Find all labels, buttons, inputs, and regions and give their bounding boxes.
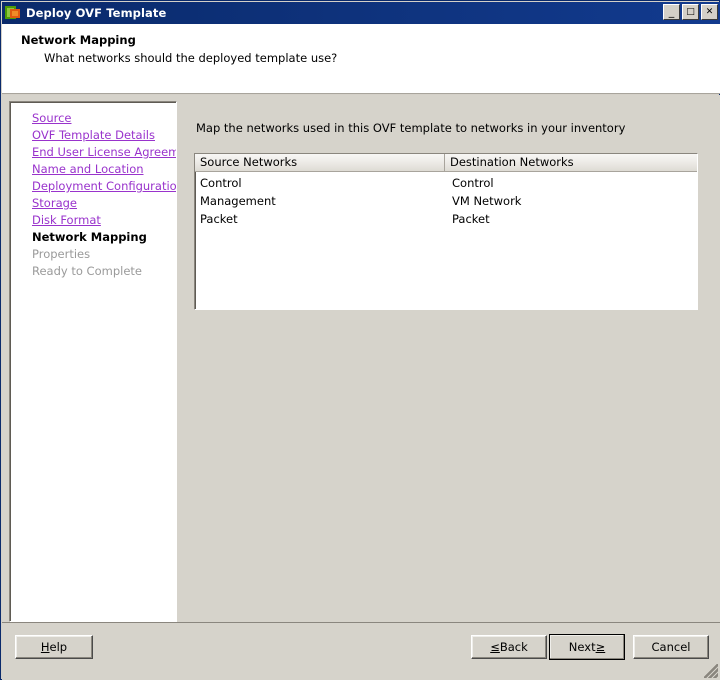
minimize-button[interactable]: _ — [663, 4, 680, 20]
page-title: Network Mapping — [21, 33, 136, 47]
cell-destination-network[interactable]: Packet — [447, 210, 697, 228]
cell-destination-network[interactable]: VM Network — [447, 192, 697, 210]
close-button[interactable]: ✕ — [701, 4, 718, 20]
dialog-body: Source OVF Template Details End User Lic… — [2, 95, 720, 622]
sidebar-item-disk-format[interactable]: Disk Format — [10, 212, 176, 229]
icon-square-orange — [10, 9, 20, 18]
wizard-step-list: Source OVF Template Details End User Lic… — [9, 101, 177, 622]
sidebar-item-deployment-configuration[interactable]: Deployment Configuration — [10, 178, 176, 195]
content-description: Map the networks used in this OVF templa… — [196, 121, 625, 135]
next-button[interactable]: Next ≥ — [549, 634, 625, 660]
back-button[interactable]: ≤ Back — [471, 635, 547, 659]
table-header-row: Source Networks Destination Networks — [195, 154, 697, 172]
next-label: Next — [569, 640, 596, 654]
sidebar-item-network-mapping: Network Mapping — [10, 229, 176, 246]
sidebar-item-ovf-template-details[interactable]: OVF Template Details — [10, 127, 176, 144]
table-row[interactable]: Management VM Network — [195, 192, 697, 210]
sidebar-item-ready-to-complete: Ready to Complete — [10, 263, 176, 280]
sidebar-item-storage[interactable]: Storage — [10, 195, 176, 212]
help-accel: H — [41, 640, 50, 654]
resize-grip-icon[interactable] — [704, 664, 718, 678]
table-body: Control Control Management VM Network Pa… — [195, 172, 697, 228]
table-row[interactable]: Control Control — [195, 174, 697, 192]
column-header-source-networks[interactable]: Source Networks — [195, 154, 445, 171]
table-row[interactable]: Packet Packet — [195, 210, 697, 228]
cancel-button[interactable]: Cancel — [633, 635, 709, 659]
window-controls: _ □ ✕ — [663, 4, 718, 20]
sidebar-item-end-user-license-agreement[interactable]: End User License Agreement — [10, 144, 176, 161]
column-header-destination-networks[interactable]: Destination Networks — [445, 154, 697, 171]
page-subtitle: What networks should the deployed templa… — [44, 51, 337, 65]
close-icon: ✕ — [702, 5, 717, 19]
cancel-label: Cancel — [652, 640, 691, 654]
sidebar-item-source[interactable]: Source — [10, 110, 176, 127]
minimize-icon: _ — [664, 5, 679, 19]
dialog-footer: Help ≤ Back Next ≥ Cancel — [2, 622, 720, 680]
maximize-button[interactable]: □ — [682, 4, 699, 20]
back-accel: ≤ — [490, 640, 500, 654]
maximize-icon: □ — [683, 5, 698, 19]
cell-source-network: Management — [195, 192, 447, 210]
title-bar[interactable]: Deploy OVF Template _ □ ✕ — [2, 2, 720, 24]
ovf-template-icon — [5, 5, 21, 21]
sidebar-item-name-and-location[interactable]: Name and Location — [10, 161, 176, 178]
help-label: elp — [50, 640, 68, 654]
back-label: Back — [500, 640, 528, 654]
window-title: Deploy OVF Template — [26, 6, 166, 20]
network-mapping-table[interactable]: Source Networks Destination Networks Con… — [194, 153, 698, 310]
deploy-ovf-template-window: Deploy OVF Template _ □ ✕ Network Mappin… — [0, 0, 720, 680]
help-button[interactable]: Help — [15, 635, 93, 659]
cell-source-network: Control — [195, 174, 447, 192]
next-accel: ≥ — [596, 640, 606, 654]
page-banner: Network Mapping What networks should the… — [2, 24, 720, 94]
cell-destination-network[interactable]: Control — [447, 174, 697, 192]
cell-source-network: Packet — [195, 210, 447, 228]
content-pane: Map the networks used in this OVF templa… — [185, 95, 720, 622]
sidebar-item-properties: Properties — [10, 246, 176, 263]
